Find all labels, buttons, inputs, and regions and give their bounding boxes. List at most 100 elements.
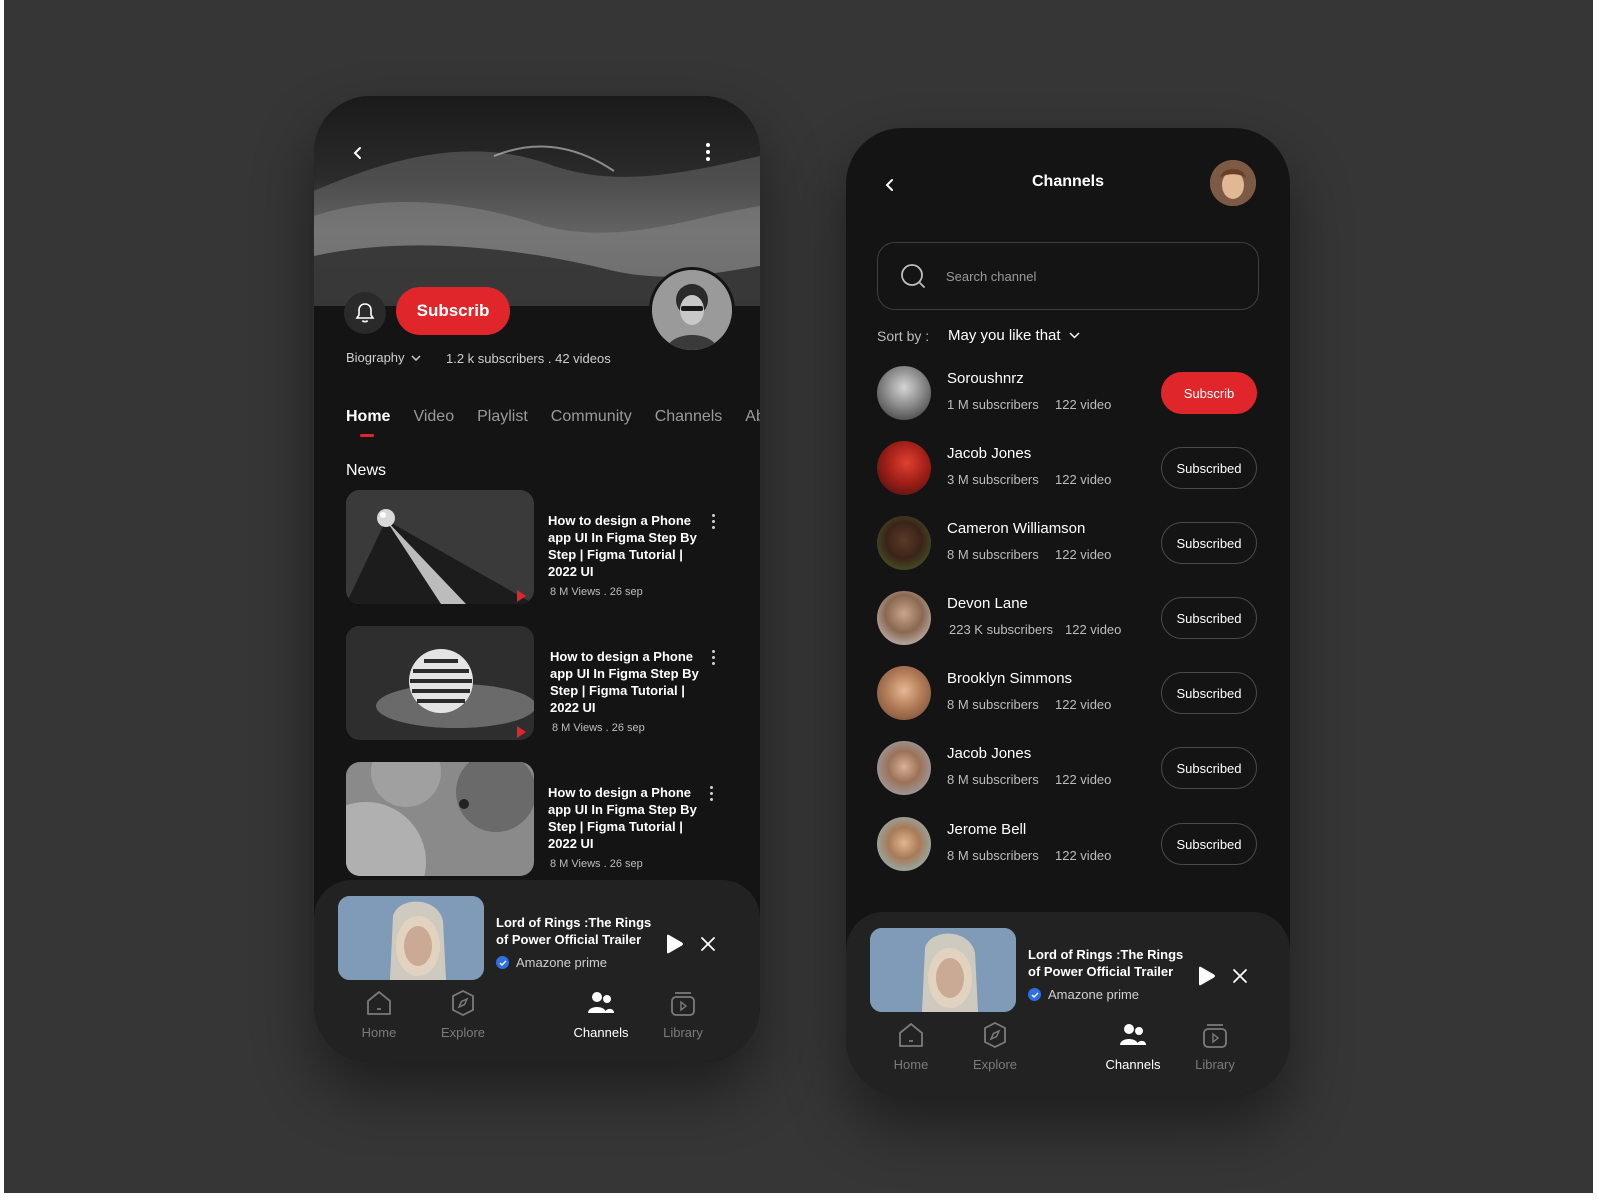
video-title[interactable]: How to design a Phone app UI In Figma St… (548, 784, 698, 852)
video-meta: 8 M Views . 26 sep (552, 722, 645, 734)
channel-videos: 122 video (1055, 472, 1112, 487)
tab-playlist[interactable]: Playlist (477, 408, 528, 426)
mini-player-title[interactable]: Lord of Rings :The Rings of Power Offici… (1028, 946, 1198, 980)
nav-library[interactable]: Library (1180, 1020, 1250, 1072)
sort-label: Sort by : (877, 328, 930, 344)
channel-videos: 122 video (1055, 848, 1112, 863)
video-card[interactable]: How to design a Phone app UI In Figma St… (346, 762, 736, 878)
channel-name: Brooklyn Simmons (947, 670, 1073, 687)
mini-player[interactable]: Lord of Rings :The Rings of Power Offici… (314, 880, 760, 1062)
tab-community[interactable]: Community (551, 408, 632, 426)
nav-explore[interactable]: Explore (960, 1020, 1030, 1072)
channel-row[interactable]: Brooklyn Simmons 8 M subscribers 122 vid… (877, 666, 1257, 722)
channel-avatar (877, 441, 931, 495)
subscribed-button[interactable]: Subscribed (1161, 447, 1257, 489)
more-vertical-icon (706, 143, 710, 161)
channel-avatar (649, 267, 735, 353)
tab-video[interactable]: Video (413, 408, 454, 426)
subscribed-button[interactable]: Subscribed (1161, 597, 1257, 639)
nav-library[interactable]: Library (648, 988, 718, 1040)
mini-player-title[interactable]: Lord of Rings :The Rings of Power Offici… (496, 914, 666, 948)
channel-subscribers: 8 M subscribers (947, 547, 1039, 562)
channel-avatar (877, 741, 931, 795)
video-thumbnail[interactable] (346, 490, 534, 604)
channel-subscribers: 223 K subscribers (949, 622, 1054, 637)
play-button[interactable] (1194, 964, 1218, 988)
channel-avatar (877, 516, 931, 570)
search-input[interactable] (944, 243, 1238, 309)
mini-player-channel-label: Amazone prime (516, 955, 608, 970)
mini-player-thumbnail[interactable] (870, 928, 1016, 1012)
chevron-down-icon (411, 354, 421, 361)
nav-channels[interactable]: Channels (1098, 1020, 1168, 1072)
close-button[interactable] (1228, 964, 1252, 988)
sort-dropdown[interactable]: May you like that (948, 327, 1080, 344)
channel-row[interactable]: Cameron Williamson 8 M subscribers 122 v… (877, 516, 1257, 572)
video-thumbnail[interactable] (346, 626, 534, 740)
nav-channels[interactable]: Channels (566, 988, 636, 1040)
user-avatar[interactable] (1210, 160, 1256, 206)
mini-player-channel-label: Amazone prime (1048, 987, 1140, 1002)
tab-channels[interactable]: Channels (655, 408, 723, 426)
video-more-icon[interactable] (712, 514, 716, 529)
explore-compass-icon (984, 1021, 1006, 1049)
channel-avatar (877, 666, 931, 720)
channel-videos: 122 video (1055, 772, 1112, 787)
subscribed-button[interactable]: Subscribed (1161, 522, 1257, 564)
nav-home[interactable]: Home (876, 1020, 946, 1072)
video-title[interactable]: How to design a Phone app UI In Figma St… (550, 648, 700, 716)
nav-home-label: Home (893, 1057, 929, 1072)
subscribed-button[interactable]: Subscribed (1161, 747, 1257, 789)
subscribe-button[interactable]: Subscrib (396, 287, 510, 335)
close-button[interactable] (696, 932, 720, 956)
video-more-icon[interactable] (712, 650, 716, 665)
tab-about[interactable]: Ab (745, 408, 760, 426)
channel-subscribers: 3 M subscribers (947, 472, 1039, 487)
subscribed-button[interactable]: Subscribed (1161, 672, 1257, 714)
nav-home[interactable]: Home (344, 988, 414, 1040)
back-button[interactable] (346, 141, 370, 165)
close-icon (1233, 969, 1247, 983)
video-more-icon[interactable] (710, 786, 714, 801)
video-meta: 8 M Views . 26 sep (550, 858, 643, 870)
channel-name: Jacob Jones (947, 445, 1032, 462)
channel-stats: 1.2 k subscribers . 42 videos (446, 351, 611, 366)
channel-row[interactable]: Devon Lane 223 K subscribers 122 video S… (877, 591, 1257, 647)
subscribed-button[interactable]: Subscribed (1161, 823, 1257, 865)
play-button[interactable] (662, 932, 686, 956)
channel-subscribers: 8 M subscribers (947, 697, 1039, 712)
biography-dropdown[interactable]: Biography (346, 350, 421, 365)
play-icon (667, 934, 683, 954)
verified-icon (496, 956, 509, 969)
chevron-down-icon (1069, 332, 1080, 339)
nav-library-label: Library (1195, 1057, 1235, 1072)
channel-row[interactable]: Jacob Jones 3 M subscribers 122 video Su… (877, 441, 1257, 497)
nav-channels-label: Channels (1105, 1057, 1161, 1072)
mini-player-channel: Amazone prime (1028, 987, 1139, 1002)
channel-row[interactable]: Jerome Bell 8 M subscribers 122 video Su… (877, 817, 1257, 873)
channel-name: Soroushnrz (947, 370, 1024, 387)
nav-channels-label: Channels (573, 1025, 629, 1040)
nav-explore-label: Explore (972, 1057, 1018, 1072)
channel-row[interactable]: Soroushnrz 1 M subscribers 122 video Sub… (877, 366, 1257, 422)
video-card[interactable]: How to design a Phone app UI In Figma St… (346, 626, 736, 742)
subscribe-button[interactable]: Subscrib (1161, 372, 1257, 414)
mini-player-channel: Amazone prime (496, 955, 607, 970)
tab-home[interactable]: Home (346, 408, 390, 437)
channel-profile-screen: Subscrib Biography 1.2 k subscribers . 4… (314, 96, 760, 1062)
channel-name: Jerome Bell (947, 821, 1027, 838)
channel-row[interactable]: Jacob Jones 8 M subscribers 122 video Su… (877, 741, 1257, 797)
nav-explore[interactable]: Explore (428, 988, 498, 1040)
mini-player[interactable]: Lord of Rings :The Rings of Power Offici… (846, 912, 1290, 1096)
library-icon (671, 992, 695, 1016)
video-title[interactable]: How to design a Phone app UI In Figma St… (548, 512, 698, 580)
more-options-button[interactable] (698, 139, 718, 165)
video-card[interactable]: How to design a Phone app UI In Figma St… (346, 490, 736, 606)
video-thumbnail[interactable] (346, 762, 534, 876)
play-indicator-icon (517, 726, 526, 738)
library-icon (1203, 1024, 1227, 1048)
nav-explore-label: Explore (440, 1025, 486, 1040)
mini-player-thumbnail[interactable] (338, 896, 484, 980)
notification-bell-button[interactable] (344, 292, 386, 334)
channels-users-icon (588, 992, 614, 1013)
